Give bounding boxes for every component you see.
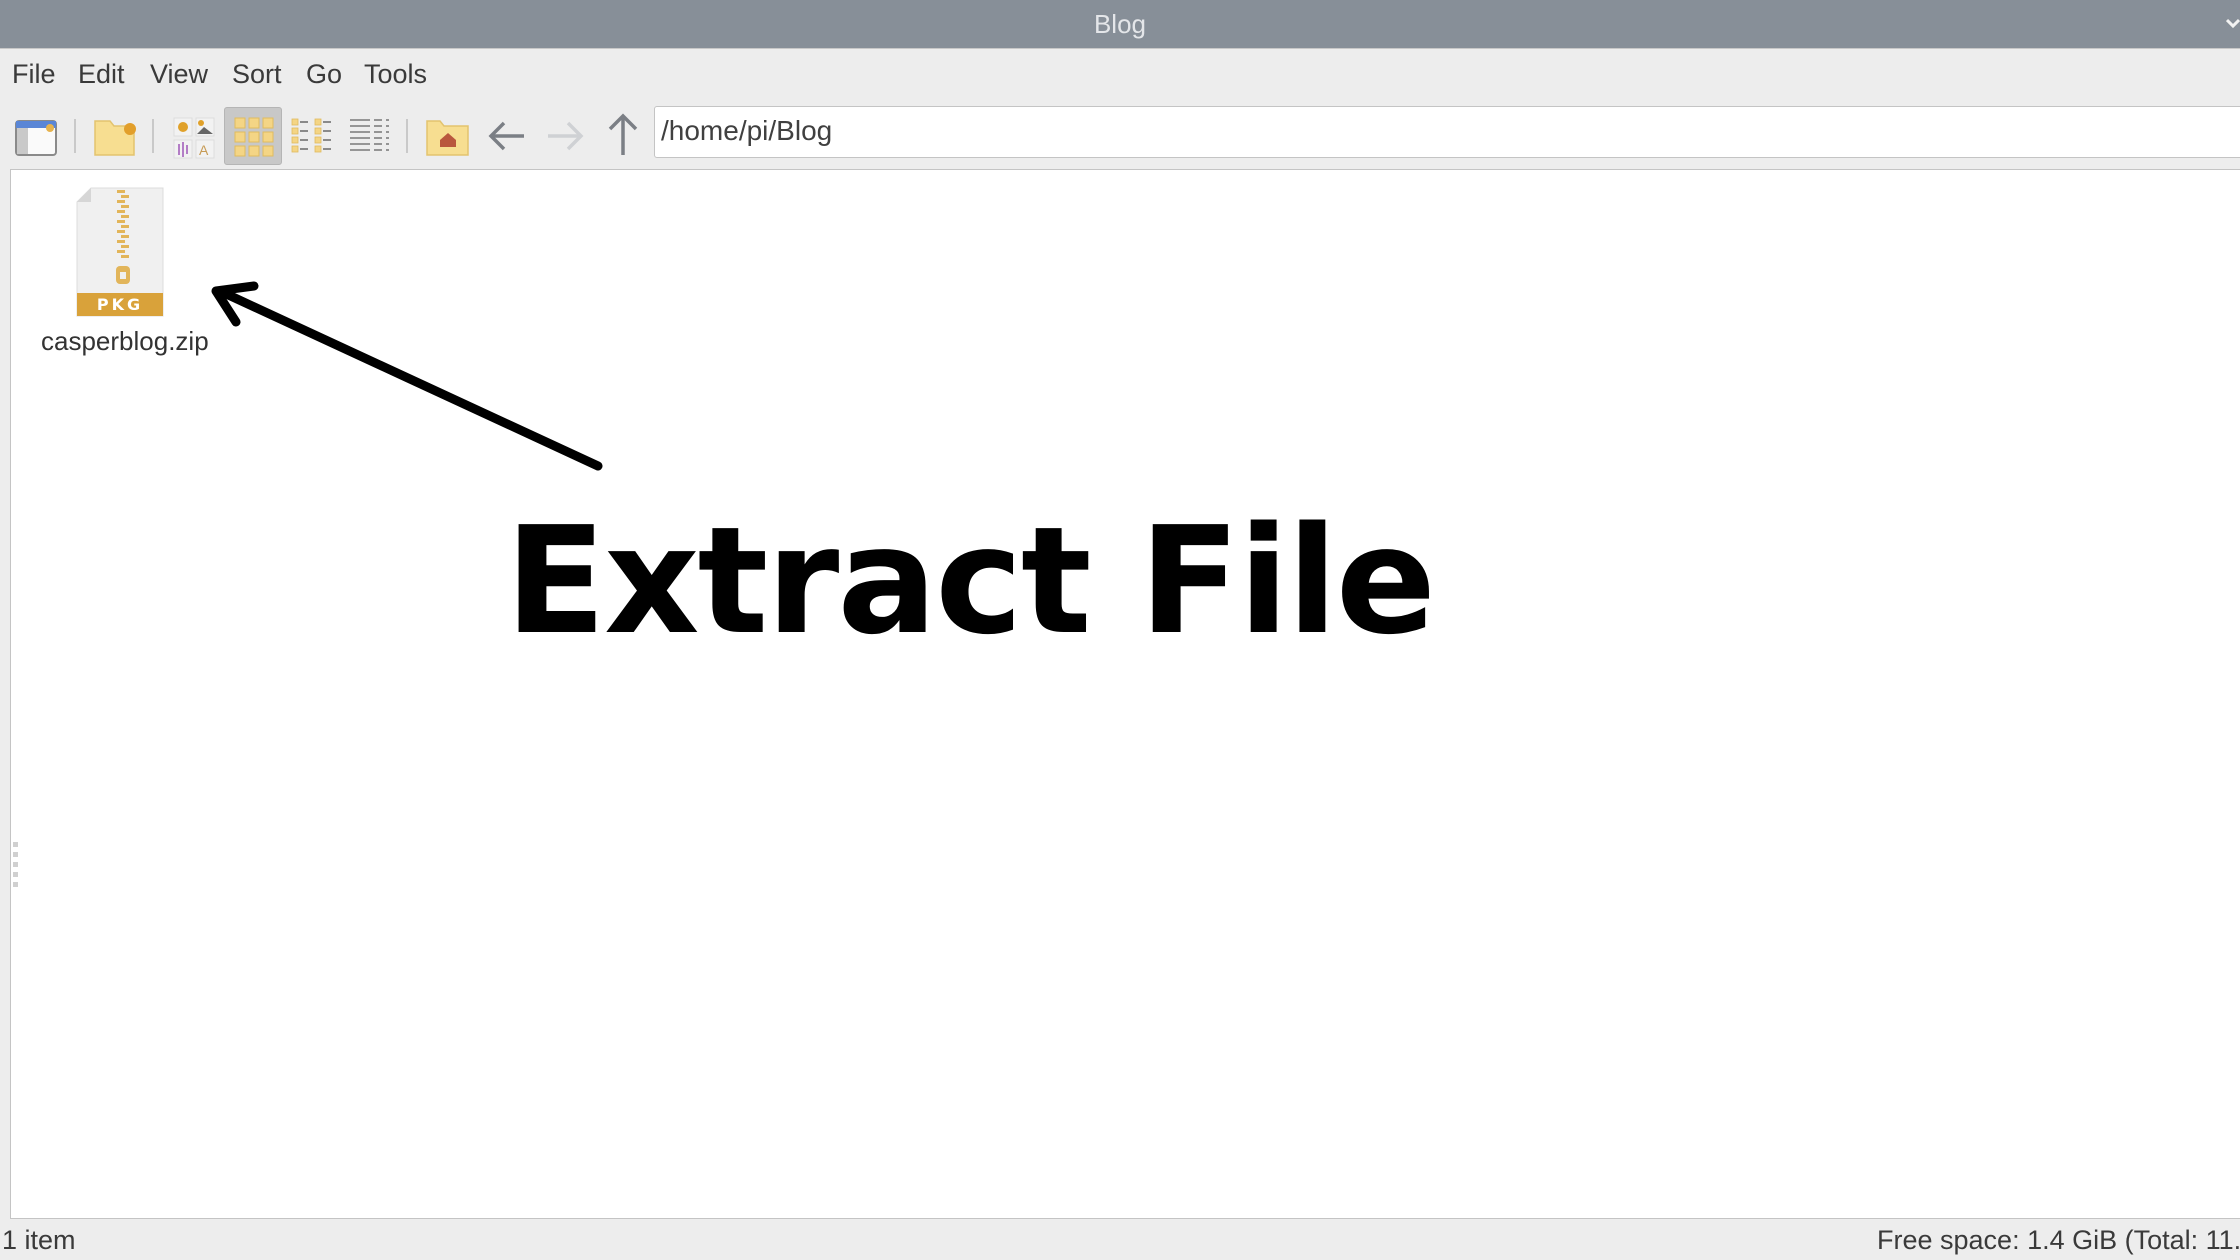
menu-go[interactable]: Go xyxy=(306,59,342,90)
menu-file[interactable]: File xyxy=(12,59,56,90)
free-space: Free space: 1.4 GiB (Total: 11.9 xyxy=(1877,1225,2240,1255)
resize-grip[interactable] xyxy=(13,842,19,892)
pkg-badge: PKG xyxy=(97,295,143,314)
menu-edit[interactable]: Edit xyxy=(78,59,125,90)
path-bar[interactable] xyxy=(654,106,2240,158)
toolbar-separator xyxy=(74,119,76,153)
home-folder-icon[interactable] xyxy=(424,109,472,163)
path-input[interactable] xyxy=(661,115,2161,147)
window-title: Blog xyxy=(1093,9,1147,39)
file-view[interactable]: PKG casperblog.zip xyxy=(10,169,2240,1219)
svg-text:A: A xyxy=(199,142,209,158)
annotation-text: Extract File xyxy=(505,495,1436,667)
title-bar: Blog xyxy=(0,0,2240,49)
list-view-icon[interactable] xyxy=(346,109,394,163)
arrow-up-icon[interactable] xyxy=(602,109,644,163)
thumbnail-view-icon[interactable]: A xyxy=(170,109,218,163)
icon-view-button[interactable] xyxy=(224,107,282,165)
status-bar: 1 item Free space: 1.4 GiB (Total: 11.9 xyxy=(0,1220,2240,1260)
toolbar-separator xyxy=(406,119,408,153)
arrow-left-icon[interactable] xyxy=(486,109,528,163)
menu-sort[interactable]: Sort xyxy=(232,59,282,90)
compact-view-icon[interactable] xyxy=(288,109,336,163)
file-item[interactable]: PKG casperblog.zip xyxy=(41,182,209,357)
menu-tools[interactable]: Tools xyxy=(364,59,427,90)
toolbar-separator xyxy=(152,119,154,153)
menu-bar: File Edit View Sort Go Tools xyxy=(0,49,2240,105)
new-folder-icon[interactable] xyxy=(90,109,140,163)
icon-view-icon xyxy=(234,117,274,157)
menu-view[interactable]: View xyxy=(150,59,208,90)
file-name: casperblog.zip xyxy=(41,326,209,356)
arrow-right-icon xyxy=(548,121,584,151)
new-window-icon[interactable] xyxy=(12,109,60,163)
zip-package-icon: PKG xyxy=(76,187,164,317)
chevron-down-icon[interactable] xyxy=(2226,16,2240,30)
item-count: 1 item xyxy=(2,1225,76,1255)
